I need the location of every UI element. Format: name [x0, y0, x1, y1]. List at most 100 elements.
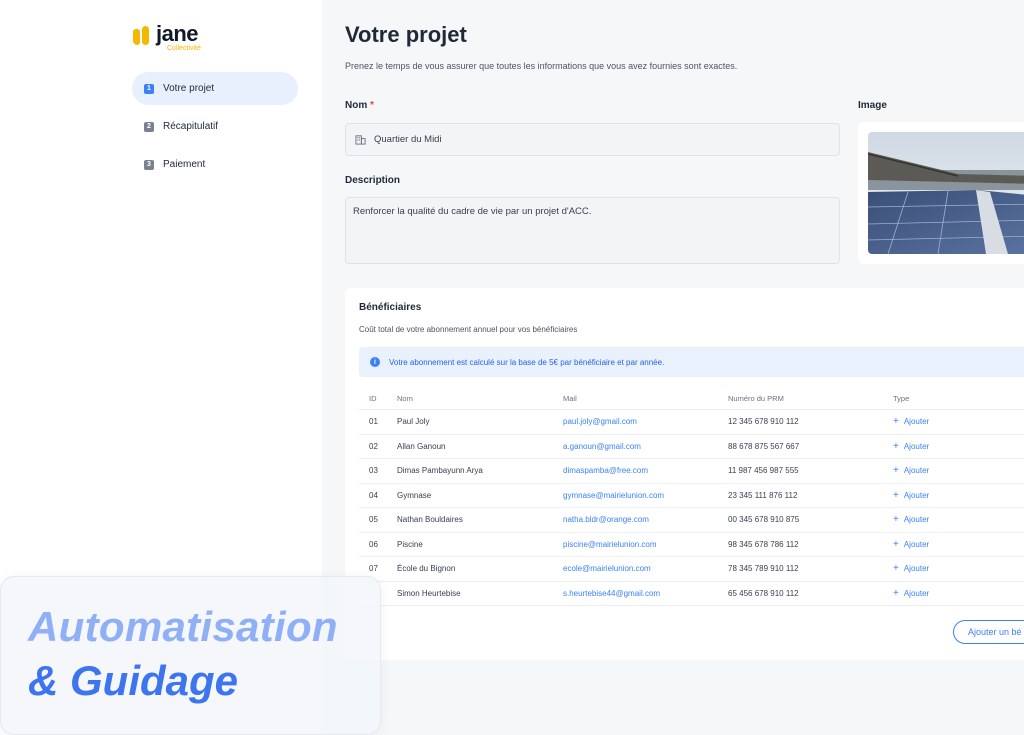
add-type-label: Ajouter	[903, 490, 930, 500]
plus-icon: +	[893, 514, 899, 526]
table-row: 05 Nathan Bouldaires natha.bldr@orange.com…	[359, 508, 1024, 533]
description-textarea[interactable]: Renforcer la qualité du cadre de vie par…	[345, 197, 840, 264]
project-name-input[interactable]: Quartier du Midi	[345, 123, 840, 156]
image-upload-card[interactable]	[858, 122, 1024, 264]
column-header-id: ID	[369, 394, 377, 403]
logo-mark-icon	[132, 24, 152, 46]
add-type-button[interactable]: + Ajouter	[883, 563, 1024, 574]
add-type-label: Ajouter	[903, 515, 930, 525]
page-title: Votre projet	[345, 22, 467, 47]
cell-nom: Simon Heurtebise	[397, 588, 461, 598]
column-header-nom: Nom	[397, 394, 413, 403]
cell-nom: École du Bignon	[397, 564, 456, 574]
cell-mail[interactable]: natha.bldr@orange.com	[553, 515, 718, 524]
table-row: 01 Paul Joly paul.joly@gmail.com 12 345 678…	[359, 410, 1024, 435]
cell-prm: 78 345 789 910 112	[728, 564, 799, 574]
info-icon: i	[370, 357, 380, 367]
table-row: Simon Heurtebise s.heurtebise44@gmail.com…	[359, 582, 1024, 606]
add-type-button[interactable]: + Ajouter	[883, 539, 1024, 550]
feature-badge: Automatisation & Guidage	[0, 576, 381, 735]
building-icon	[355, 135, 366, 145]
cell-mail[interactable]: paul.joly@gmail.com	[553, 417, 718, 426]
plus-icon: +	[893, 416, 899, 428]
cell-prm: 88 678 875 567 667	[728, 441, 800, 451]
nav-item-paiement[interactable]: 3 Paiement	[132, 148, 298, 181]
beneficiaries-card: Bénéficiaires Coût total de votre abonne…	[345, 288, 1024, 660]
add-type-button[interactable]: + Ajouter	[883, 514, 1024, 525]
nav-item-label: Récapitulatif	[163, 121, 219, 132]
add-type-button[interactable]: + Ajouter	[883, 490, 1024, 501]
step-number-badge: 2	[144, 121, 154, 132]
add-type-label: Ajouter	[903, 539, 930, 549]
column-header-type: Type	[893, 394, 910, 403]
beneficiaries-title: Bénéficiaires	[359, 302, 422, 313]
cell-nom: Allan Ganoun	[397, 441, 446, 451]
info-banner: i Votre abonnement est calculé sur la ba…	[359, 347, 1024, 377]
cell-nom: Nathan Bouldaires	[397, 515, 463, 525]
project-name-value: Quartier du Midi	[374, 134, 442, 145]
description-field-label: Description	[345, 175, 401, 186]
cell-id: 01	[369, 417, 378, 427]
page-subtitle: Prenez le temps de vous assurer que tout…	[345, 61, 738, 71]
add-type-label: Ajouter	[903, 588, 930, 598]
cell-mail[interactable]: piscine@mairielunion.com	[553, 540, 718, 549]
cell-id: 02	[369, 441, 378, 451]
beneficiaries-subtitle: Coût total de votre abonnement annuel po…	[359, 325, 578, 334]
brand-name: jane	[156, 21, 199, 46]
brand-logo[interactable]: jane Collectivité	[132, 21, 201, 53]
cell-id: 05	[369, 515, 378, 525]
cell-prm: 12 345 678 910 112	[728, 417, 799, 427]
add-type-label: Ajouter	[903, 564, 930, 574]
step-nav: 1 Votre projet 2 Récapitulatif 3 Paiemen…	[132, 72, 298, 186]
nav-item-votre-projet[interactable]: 1 Votre projet	[132, 72, 298, 105]
cell-prm: 23 345 111 876 112	[728, 490, 798, 500]
cell-mail[interactable]: dimaspamba@free.com	[553, 466, 718, 475]
name-field-label: Nom *	[345, 100, 374, 111]
plus-icon: +	[893, 563, 899, 575]
brand-subtitle: Collectivité	[167, 45, 201, 52]
cell-prm: 65 456 678 910 112	[728, 588, 799, 598]
table-header-row: ID Nom Mail Numéro du PRM Type	[359, 388, 1024, 410]
add-type-button[interactable]: + Ajouter	[883, 441, 1024, 452]
beneficiaries-table: ID Nom Mail Numéro du PRM Type 01 Paul Jo…	[359, 388, 1024, 606]
cell-nom: Dimas Pambayunn Arya	[397, 466, 483, 476]
step-number-badge: 3	[144, 159, 154, 170]
cell-prm: 11 987 456 987 555	[728, 466, 799, 476]
main-content: Votre projet Prenez le temps de vous ass…	[322, 0, 1024, 735]
cell-nom: Piscine	[397, 539, 423, 549]
info-banner-text: Votre abonnement est calculé sur la base…	[389, 357, 665, 367]
table-row: 06 Piscine piscine@mairielunion.com 98 345 …	[359, 533, 1024, 557]
table-row: 04 Gymnase gymnase@mairielunion.com 23 345 …	[359, 484, 1024, 508]
nav-item-label: Paiement	[163, 159, 206, 170]
name-label-text: Nom	[345, 100, 368, 111]
add-type-button[interactable]: + Ajouter	[883, 588, 1024, 599]
cell-mail[interactable]: ecole@mairielunion.com	[553, 564, 718, 573]
cell-id: 03	[369, 466, 378, 476]
column-header-prm: Numéro du PRM	[728, 394, 784, 403]
cell-id: 04	[369, 490, 378, 500]
feature-badge-line1: Automatisation	[28, 603, 338, 650]
image-field-label: Image	[858, 100, 887, 111]
table-row: 03 Dimas Pambayunn Arya dimaspamba@free.co…	[359, 459, 1024, 484]
add-type-button[interactable]: + Ajouter	[883, 465, 1024, 476]
add-type-button[interactable]: + Ajouter	[883, 416, 1024, 427]
cell-id: 06	[369, 539, 378, 549]
plus-icon: +	[893, 489, 899, 501]
cell-nom: Paul Joly	[397, 417, 430, 427]
cell-nom: Gymnase	[397, 490, 432, 500]
plus-icon: +	[893, 440, 899, 452]
table-row: 07 École du Bignon ecole@mairielunion.com 7…	[359, 557, 1024, 582]
add-type-label: Ajouter	[903, 417, 930, 427]
plus-icon: +	[893, 587, 899, 599]
column-header-mail: Mail	[563, 394, 577, 403]
nav-item-recapitulatif[interactable]: 2 Récapitulatif	[132, 110, 298, 143]
cell-mail[interactable]: a.ganoun@gmail.com	[553, 442, 718, 451]
plus-icon: +	[893, 538, 899, 550]
nav-item-label: Votre projet	[163, 83, 215, 94]
cell-mail[interactable]: s.heurtebise44@gmail.com	[553, 589, 718, 598]
add-type-label: Ajouter	[903, 441, 930, 451]
cell-mail[interactable]: gymnase@mairielunion.com	[553, 491, 718, 500]
add-beneficiary-button[interactable]: Ajouter un bé	[953, 620, 1024, 644]
step-number-badge: 1	[144, 83, 154, 94]
plus-icon: +	[893, 465, 899, 477]
